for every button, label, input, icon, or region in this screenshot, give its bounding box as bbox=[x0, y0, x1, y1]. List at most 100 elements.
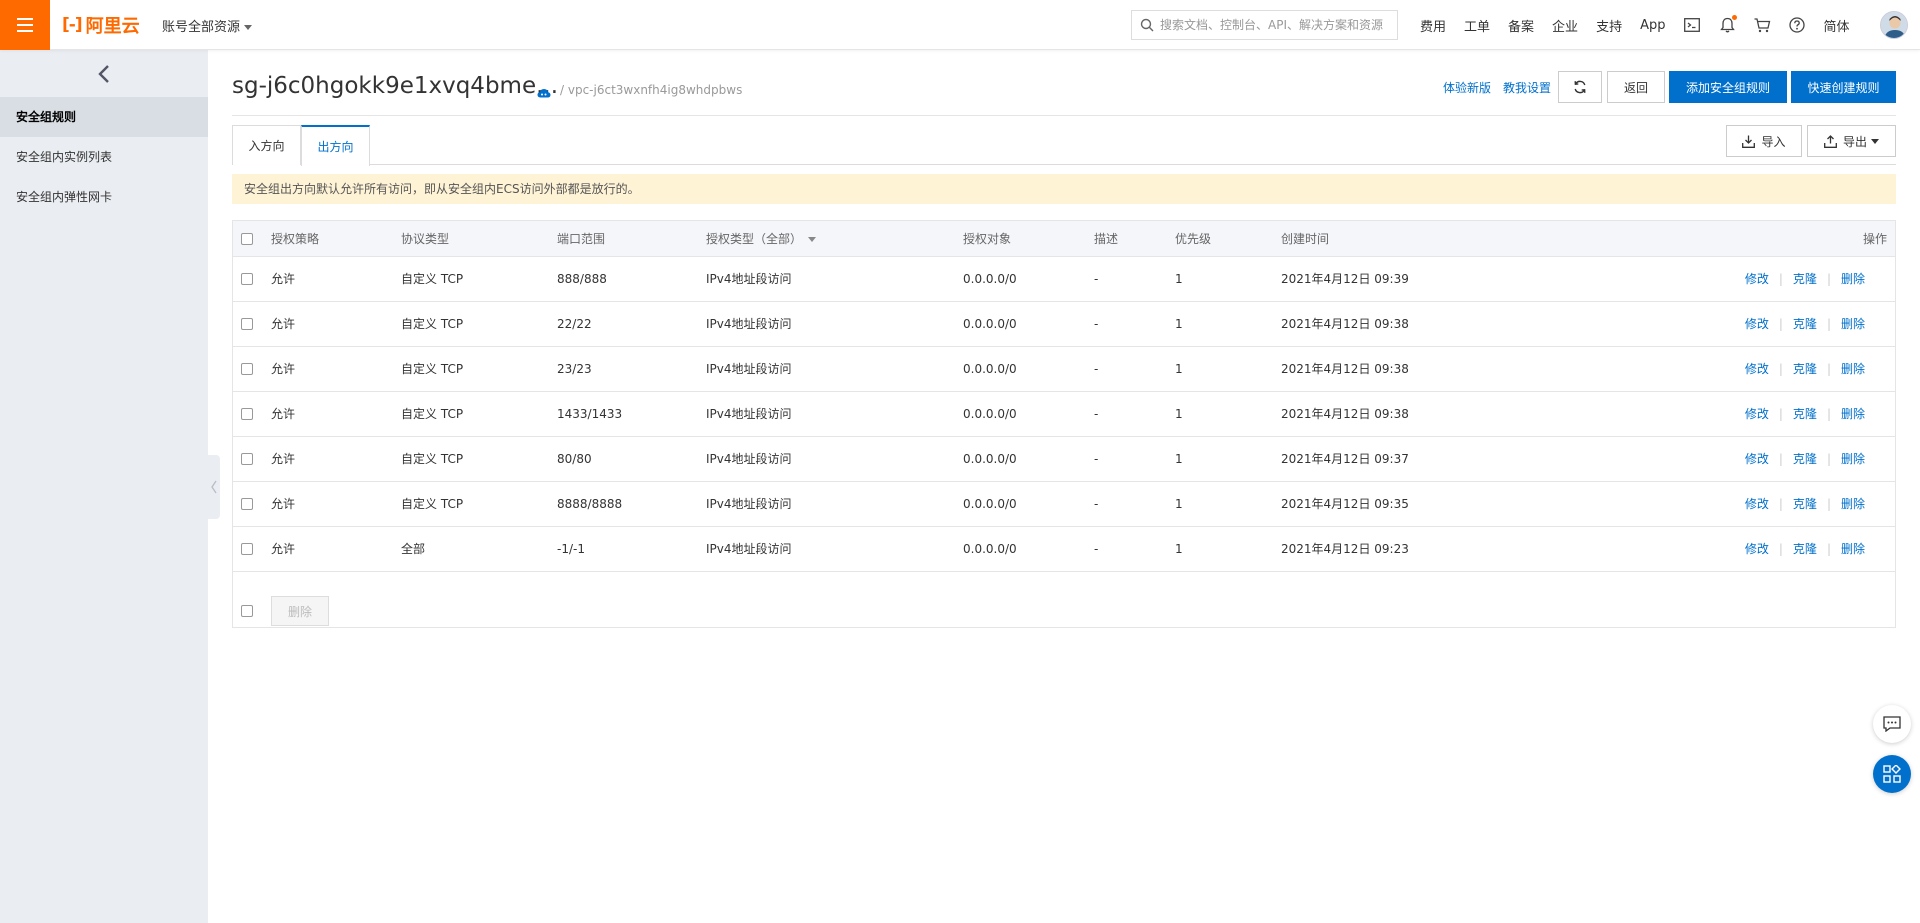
delete-rule-link[interactable]: 删除 bbox=[1841, 497, 1865, 511]
cell-protocol: 自定义 TCP bbox=[401, 346, 557, 392]
edit-rule-link[interactable]: 修改 bbox=[1745, 272, 1769, 286]
quick-create-rule-button[interactable]: 快速创建规则 bbox=[1791, 71, 1896, 103]
clone-rule-link[interactable]: 克隆 bbox=[1793, 407, 1817, 421]
cell-protocol: 自定义 TCP bbox=[401, 481, 557, 527]
cell-created: 2021年4月12日 09:38 bbox=[1281, 301, 1581, 347]
menu-icon bbox=[17, 18, 33, 32]
nav-ticket[interactable]: 工单 bbox=[1464, 16, 1490, 35]
edit-rule-link[interactable]: 修改 bbox=[1745, 317, 1769, 331]
sidebar-item-instance-list[interactable]: 安全组内实例列表 bbox=[0, 137, 208, 177]
ops-separator: | bbox=[1778, 362, 1783, 376]
delete-rule-link[interactable]: 删除 bbox=[1841, 452, 1865, 466]
cell-desc: - bbox=[1094, 436, 1175, 482]
row-checkbox[interactable] bbox=[241, 363, 253, 375]
filter-caret-icon bbox=[808, 236, 817, 242]
apps-button[interactable] bbox=[1873, 755, 1911, 793]
cell-desc: - bbox=[1094, 256, 1175, 302]
clone-rule-link[interactable]: 克隆 bbox=[1793, 452, 1817, 466]
edit-rule-link[interactable]: 修改 bbox=[1745, 362, 1769, 376]
chat-button[interactable] bbox=[1873, 705, 1911, 743]
help-icon[interactable] bbox=[1788, 16, 1806, 34]
select-all-checkbox[interactable] bbox=[241, 232, 253, 245]
caret-down-icon bbox=[244, 25, 253, 30]
edit-rule-link[interactable]: 修改 bbox=[1745, 542, 1769, 556]
ops-separator: | bbox=[1778, 542, 1783, 556]
import-button[interactable]: 导入 bbox=[1726, 125, 1802, 157]
aliyun-logo[interactable]: [-] 阿里云 bbox=[62, 12, 140, 38]
cell-priority: 1 bbox=[1175, 301, 1281, 347]
back-button[interactable]: 返回 bbox=[1607, 71, 1665, 103]
cell-created: 2021年4月12日 09:38 bbox=[1281, 346, 1581, 392]
delete-rule-link[interactable]: 删除 bbox=[1841, 362, 1865, 376]
sidebar-item-sg-rules[interactable]: 安全组规则 bbox=[0, 97, 208, 137]
delete-rule-link[interactable]: 删除 bbox=[1841, 272, 1865, 286]
col-auth-type[interactable]: 授权类型（全部） bbox=[706, 221, 963, 257]
cell-created: 2021年4月12日 09:35 bbox=[1281, 481, 1581, 527]
sidebar: 安全组规则 安全组内实例列表 安全组内弹性网卡 bbox=[0, 50, 208, 923]
table-body: 允许 自定义 TCP 888/888 IPv4地址段访问 0.0.0.0/0-1 2021… bbox=[233, 256, 1895, 572]
row-checkbox[interactable] bbox=[241, 498, 253, 510]
avatar[interactable] bbox=[1880, 11, 1908, 39]
search-icon bbox=[1140, 18, 1154, 32]
cell-protocol: 自定义 TCP bbox=[401, 301, 557, 347]
vpc-id[interactable]: / vpc-j6ct3wxnfh4ig8whdpbws bbox=[560, 83, 742, 97]
edit-rule-link[interactable]: 修改 bbox=[1745, 452, 1769, 466]
cell-ops: 修改 | 克隆 | 删除 bbox=[1581, 436, 1895, 482]
teach-me-link[interactable]: 教我设置 bbox=[1503, 79, 1551, 96]
nav-app[interactable]: App bbox=[1640, 18, 1665, 33]
delete-rule-link[interactable]: 删除 bbox=[1841, 542, 1865, 556]
language-switch[interactable]: 简体 bbox=[1823, 16, 1849, 35]
nav-enterprise[interactable]: 企业 bbox=[1552, 16, 1578, 35]
bell-icon[interactable] bbox=[1718, 15, 1738, 34]
clone-rule-link[interactable]: 克隆 bbox=[1793, 362, 1817, 376]
title-divider bbox=[232, 115, 1896, 116]
clone-rule-link[interactable]: 克隆 bbox=[1793, 497, 1817, 511]
delete-rule-link[interactable]: 删除 bbox=[1841, 317, 1865, 331]
nav-support[interactable]: 支持 bbox=[1596, 16, 1622, 35]
cell-desc: - bbox=[1094, 391, 1175, 437]
import-label: 导入 bbox=[1761, 134, 1786, 149]
account-resource-label: 账号全部资源 bbox=[162, 20, 241, 35]
row-checkbox[interactable] bbox=[241, 408, 253, 420]
tab-inbound[interactable]: 入方向 bbox=[232, 125, 301, 165]
search-input[interactable] bbox=[1160, 18, 1397, 32]
cart-icon[interactable] bbox=[1753, 16, 1771, 34]
row-checkbox[interactable] bbox=[241, 273, 253, 285]
download-icon bbox=[1742, 135, 1756, 148]
row-select-cell bbox=[233, 481, 271, 527]
sidebar-item-eni[interactable]: 安全组内弹性网卡 bbox=[0, 177, 208, 217]
sidebar-toggle-tab[interactable] bbox=[208, 455, 220, 519]
cell-target: 0.0.0.0/0 bbox=[963, 526, 1094, 572]
nav-billing[interactable]: 费用 bbox=[1420, 16, 1446, 35]
page-title: sg-j6c0hgokk9e1xvq4bme... bbox=[232, 73, 559, 99]
edit-rule-link[interactable]: 修改 bbox=[1745, 497, 1769, 511]
sidebar-collapse-button[interactable] bbox=[0, 50, 208, 97]
refresh-button[interactable] bbox=[1558, 71, 1602, 103]
outbound-notice: 安全组出方向默认允许所有访问，即从安全组内ECS访问外部都是放行的。 bbox=[232, 174, 1896, 204]
try-new-version-link[interactable]: 体验新版 bbox=[1443, 79, 1491, 96]
account-resource-menu[interactable]: 账号全部资源 bbox=[162, 16, 253, 35]
cell-auth-type: IPv4地址段访问 bbox=[706, 526, 963, 572]
cell-created: 2021年4月12日 09:39 bbox=[1281, 256, 1581, 302]
export-button[interactable]: 导出 bbox=[1807, 125, 1896, 157]
tab-outbound[interactable]: 出方向 bbox=[301, 125, 370, 166]
caret-down-icon bbox=[1871, 138, 1879, 144]
delete-rule-link[interactable]: 删除 bbox=[1841, 407, 1865, 421]
clone-rule-link[interactable]: 克隆 bbox=[1793, 272, 1817, 286]
col-port: 端口范围 bbox=[557, 221, 706, 257]
row-checkbox[interactable] bbox=[241, 453, 253, 465]
global-search[interactable] bbox=[1131, 10, 1398, 40]
terminal-icon[interactable] bbox=[1683, 16, 1701, 34]
row-checkbox[interactable] bbox=[241, 543, 253, 555]
edit-rule-link[interactable]: 修改 bbox=[1745, 407, 1769, 421]
apps-icon bbox=[1883, 765, 1901, 783]
row-checkbox[interactable] bbox=[241, 318, 253, 330]
clone-rule-link[interactable]: 克隆 bbox=[1793, 317, 1817, 331]
menu-button[interactable] bbox=[0, 0, 50, 50]
nav-icp[interactable]: 备案 bbox=[1508, 16, 1534, 35]
cell-auth-type: IPv4地址段访问 bbox=[706, 346, 963, 392]
add-sg-rule-button[interactable]: 添加安全组规则 bbox=[1669, 71, 1787, 103]
cloud-icon[interactable] bbox=[537, 87, 551, 101]
clone-rule-link[interactable]: 克隆 bbox=[1793, 542, 1817, 556]
footer-select-all-checkbox[interactable] bbox=[241, 605, 253, 617]
